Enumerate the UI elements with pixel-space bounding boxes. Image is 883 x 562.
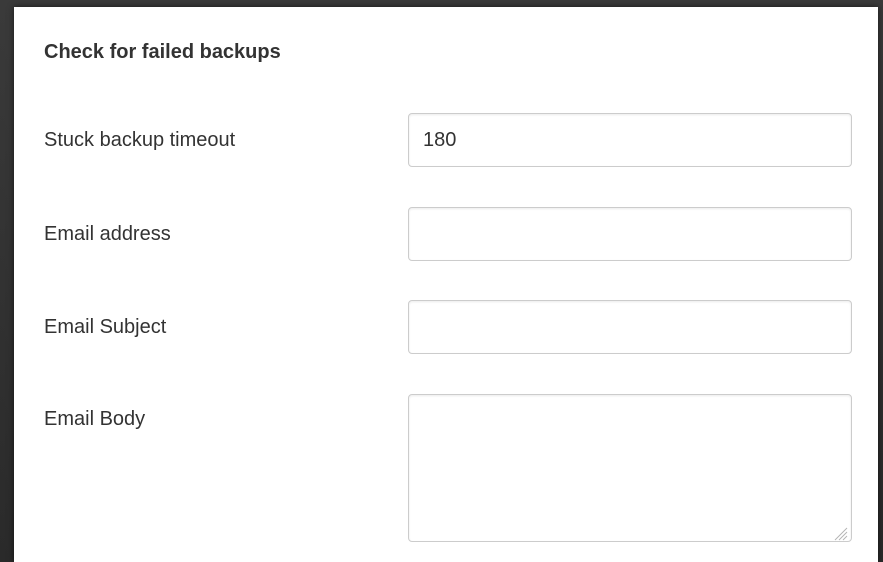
settings-panel: Check for failed backups Stuck backup ti… — [14, 7, 878, 562]
email-subject-label: Email Subject — [44, 316, 167, 338]
email-subject-input[interactable] — [408, 300, 852, 354]
email-body-textarea[interactable] — [408, 394, 852, 542]
email-body-label: Email Body — [44, 408, 146, 430]
email-address-input[interactable] — [408, 207, 852, 261]
window-background: Check for failed backups Stuck backup ti… — [0, 0, 883, 562]
email-address-label: Email address — [44, 223, 171, 245]
stuck-backup-timeout-label: Stuck backup timeout — [44, 129, 236, 151]
section-title: Check for failed backups — [44, 41, 281, 63]
resize-grip-icon[interactable] — [832, 525, 848, 541]
stuck-backup-timeout-input[interactable] — [408, 113, 852, 167]
